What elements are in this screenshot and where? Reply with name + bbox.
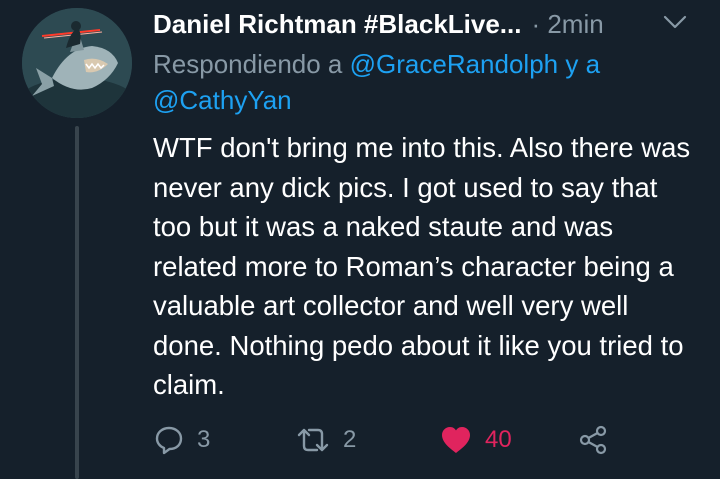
mention-link[interactable]: @CathyYan <box>153 85 292 115</box>
retweet-icon <box>297 428 329 452</box>
tweet-menu-button[interactable] <box>662 12 688 32</box>
thread-line <box>75 126 79 479</box>
retweet-button[interactable]: 2 <box>295 420 356 460</box>
timestamp[interactable]: · 2min <box>531 9 603 40</box>
chevron-down-icon <box>663 15 687 29</box>
like-button[interactable]: 40 <box>439 420 512 460</box>
heart-filled-icon <box>442 427 470 453</box>
reply-button[interactable]: 3 <box>153 420 210 460</box>
tweet-header: Daniel Richtman #BlackLive... · 2min <box>153 6 713 42</box>
tweet-actions: 3 2 40 <box>153 420 623 460</box>
share-button[interactable] <box>577 420 609 460</box>
tweet-text: WTF don't bring me into this. Also there… <box>153 132 691 400</box>
avatar[interactable] <box>22 8 132 118</box>
share-icon <box>579 425 607 455</box>
reply-count: 3 <box>197 426 211 453</box>
replying-to-label: Respondiendo a <box>153 49 343 79</box>
author-name[interactable]: Daniel Richtman #BlackLive... <box>153 9 521 40</box>
reply-icon <box>155 426 183 455</box>
like-count: 40 <box>485 426 512 453</box>
retweet-count: 2 <box>343 426 357 453</box>
replying-to: Respondiendo a @GraceRandolph y a @Cathy… <box>153 46 693 118</box>
tweet[interactable]: Daniel Richtman #BlackLive... · 2min Res… <box>0 0 720 479</box>
replying-to-joiner[interactable]: y a <box>565 49 600 79</box>
mention-link[interactable]: @GraceRandolph <box>350 49 559 79</box>
avatar-image <box>22 8 132 118</box>
